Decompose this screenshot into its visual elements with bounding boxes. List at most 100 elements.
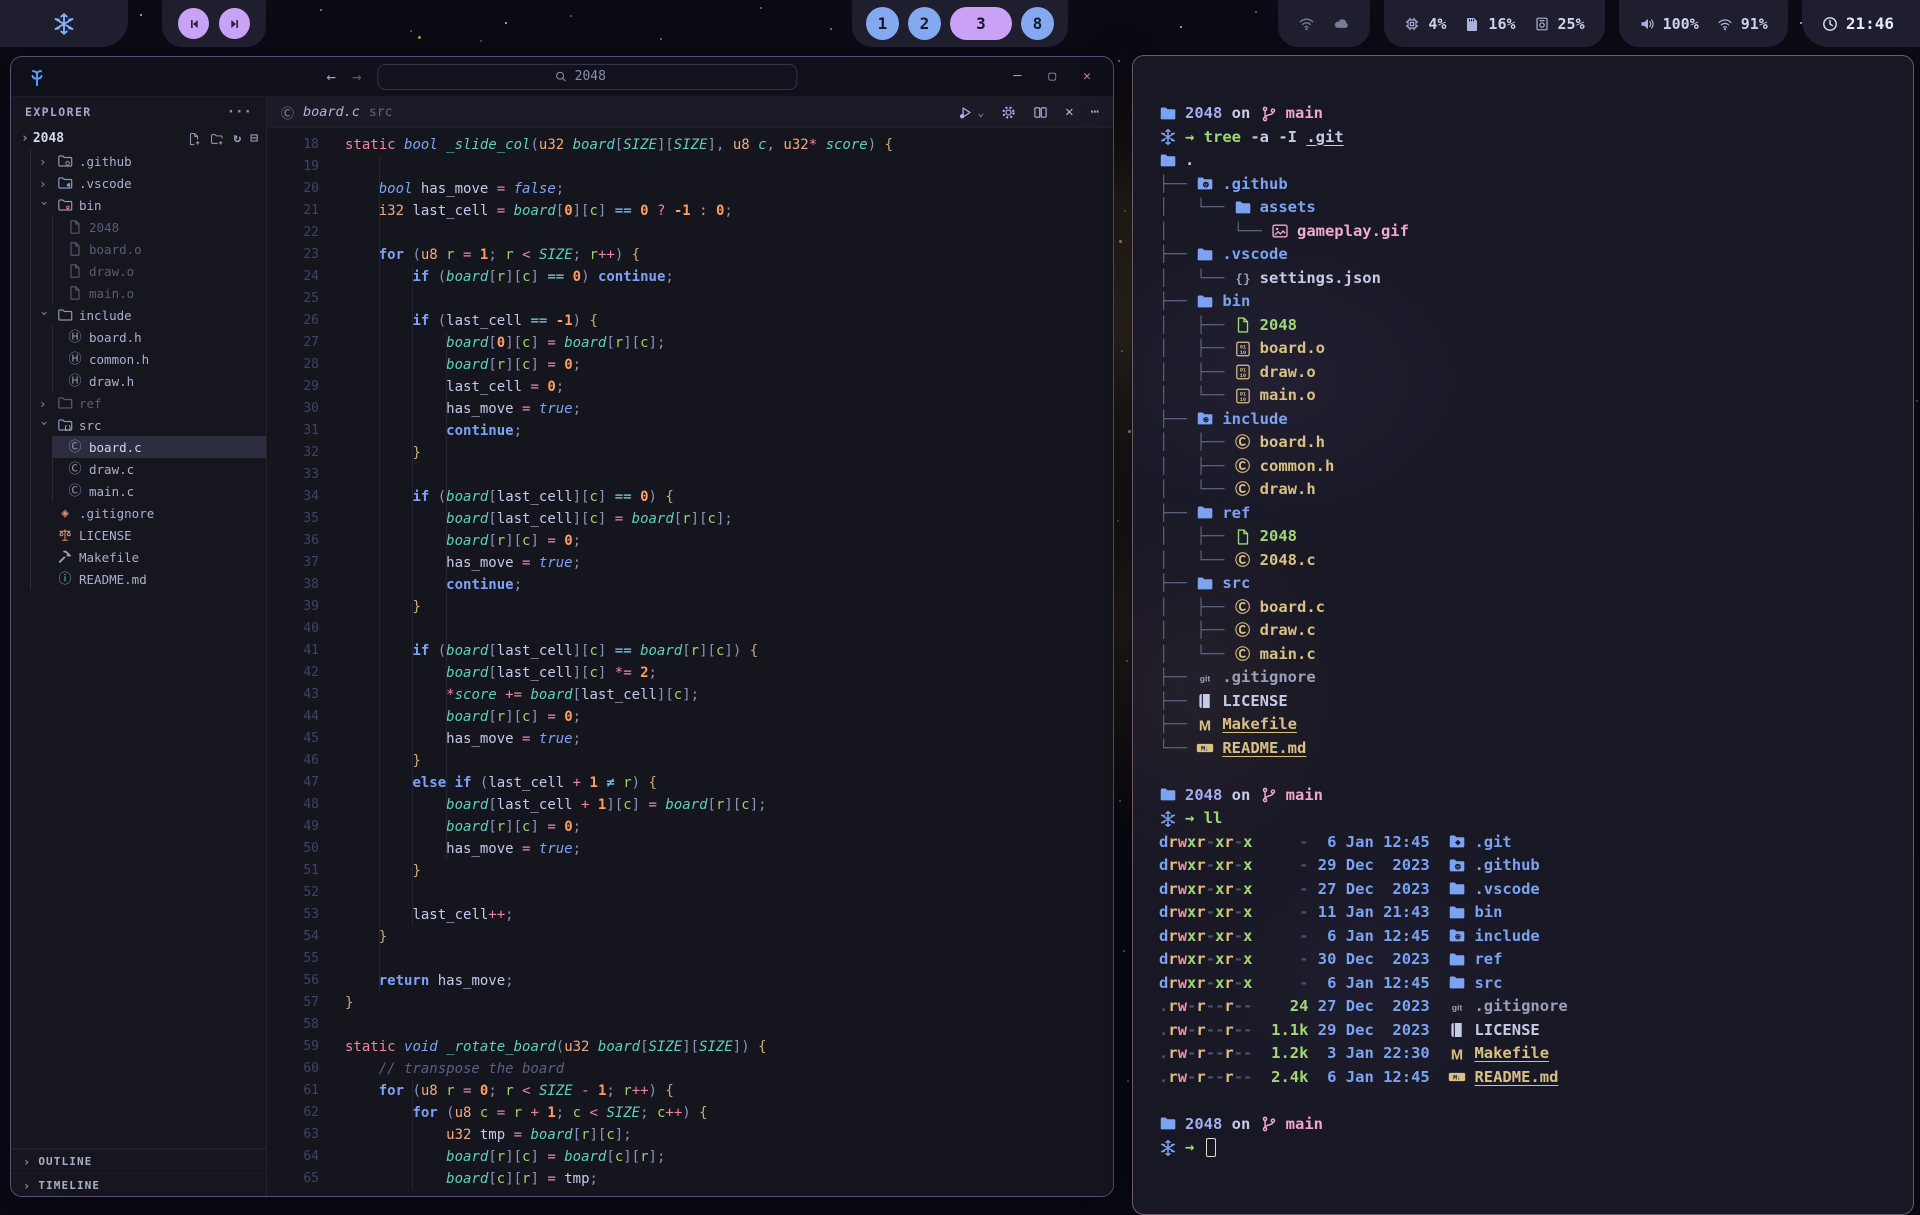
sidebar-item-board.o[interactable]: board.o (53, 238, 266, 260)
panel-timeline[interactable]: ›TIMELINE (11, 1173, 266, 1197)
tray-group-network-weather[interactable] (1278, 0, 1370, 47)
code-token: } (412, 445, 420, 461)
sidebar-item-main.o[interactable]: main.o (53, 282, 266, 304)
file-date: 30 Dec 2023 (1318, 948, 1430, 972)
indent-guide (379, 156, 380, 992)
sidebar-item-.github[interactable]: ›.github (31, 150, 266, 172)
breadcrumb-file[interactable]: board.c (303, 104, 360, 120)
code-token: SIZE (674, 137, 708, 153)
new-file-icon[interactable] (187, 132, 201, 146)
perm-char: r (1196, 903, 1205, 921)
file-size: 1.2k (1271, 1042, 1308, 1066)
workspace-1[interactable]: 1 (866, 7, 899, 40)
code-editor[interactable]: 18static bool _slide_col(u32 board[SIZE]… (267, 128, 1113, 1197)
sidebar-item-Makefile[interactable]: Makefile (31, 546, 266, 568)
code-token: board (446, 335, 488, 351)
settings-icon[interactable] (1001, 105, 1016, 120)
tray-group-audio-wifi[interactable]: 100%91% (1619, 0, 1788, 47)
tree-entry-.: . (1185, 149, 1194, 173)
sidebar-item-board.c[interactable]: Ⓒboard.c (53, 436, 266, 458)
sidebar-item-draw.h[interactable]: Ⓗdraw.h (53, 370, 266, 392)
line-number: 60 (267, 1058, 345, 1080)
sidebar-item-root[interactable]: › 2048 ↻⊟ (11, 127, 266, 150)
forward-arrow-icon[interactable]: → (352, 67, 362, 86)
code-token: [ (674, 511, 682, 527)
sidebar-item-.vscode[interactable]: ›.vscode (31, 172, 266, 194)
tray-group-clock[interactable]: 21:46 (1802, 0, 1920, 47)
code-line: 46 } (267, 750, 1113, 772)
sidebar-item-include[interactable]: ›include (31, 304, 266, 326)
back-arrow-icon[interactable]: ← (326, 67, 336, 86)
code-token: ] (530, 533, 547, 549)
sidebar-item-README.md[interactable]: ⓘREADME.md (31, 568, 266, 590)
tree-entry-Makefile[interactable]: Makefile (1222, 713, 1297, 737)
file-entry-README.md[interactable]: README.md (1474, 1066, 1558, 1090)
sidebar-item-common.h[interactable]: Ⓗcommon.h (53, 348, 266, 370)
sidebar-item-.gitignore[interactable]: ◈.gitignore (31, 502, 266, 524)
terminal-line: ├── include (1159, 408, 1887, 432)
maximize-button[interactable]: ▢ (1048, 69, 1056, 84)
sidebar-item-draw.o[interactable]: draw.o (53, 260, 266, 282)
collapse-all-icon[interactable]: ⊟ (250, 131, 258, 146)
close-button[interactable]: ✕ (1083, 69, 1091, 84)
code-token: ]) (724, 643, 749, 659)
workspace-3[interactable]: 3 (950, 7, 1012, 40)
sidebar-item-board.h[interactable]: Ⓗboard.h (53, 326, 266, 348)
editor-action-icons: ⌄ ✕ ⋯ (958, 104, 1100, 120)
perm-char: x (1187, 880, 1196, 898)
code-text: board[last_cell][c] = board[r][c]; (345, 508, 733, 530)
code-token: ; (505, 973, 513, 989)
new-folder-icon[interactable] (210, 132, 224, 146)
breadcrumb-dir[interactable]: src (369, 105, 392, 120)
file-size: - (1271, 901, 1308, 925)
code-token: [ (573, 687, 581, 703)
tree-entry-README.md[interactable]: README.md (1222, 737, 1306, 761)
close-editor-icon[interactable]: ✕ (1065, 104, 1073, 120)
media-prev-button[interactable] (178, 8, 209, 39)
spacer (1308, 972, 1317, 996)
code-line: 52 (267, 882, 1113, 904)
command-link[interactable]: .git (1306, 126, 1343, 150)
refresh-icon[interactable]: ↻ (233, 131, 241, 146)
more-actions-icon[interactable]: ⋯ (1091, 104, 1099, 120)
run-dropdown-icon[interactable]: ⌄ (978, 106, 985, 119)
code-token (345, 1061, 379, 1077)
sidebar-item-ref[interactable]: ›ref (31, 392, 266, 414)
code-token: ][ (699, 643, 716, 659)
line-number: 19 (267, 156, 345, 178)
sidebar-item-draw.c[interactable]: Ⓒdraw.c (53, 458, 266, 480)
nix-logo-button[interactable] (0, 0, 128, 47)
code-token: ][ (657, 687, 674, 703)
code-token: board (446, 533, 488, 549)
tray-group-system-stats[interactable]: 4%16%25% (1384, 0, 1604, 47)
split-editor-icon[interactable] (1033, 105, 1048, 120)
code-token: score (826, 137, 868, 153)
line-number: 29 (267, 376, 345, 398)
file-entry-Makefile[interactable]: Makefile (1474, 1042, 1549, 1066)
sidebar-item-main.c[interactable]: Ⓒmain.c (53, 480, 266, 502)
explorer-more-icon[interactable]: ··· (227, 104, 252, 120)
sidebar-item-2048[interactable]: 2048 (53, 216, 266, 238)
editor-search-box[interactable] (378, 64, 798, 90)
workspace-2[interactable]: 2 (908, 7, 941, 40)
minimize-button[interactable]: ─ (1014, 69, 1022, 84)
code-token (564, 269, 572, 285)
search-input[interactable] (575, 69, 621, 84)
code-line: 34 if (board[last_cell][c] == 0) { (267, 486, 1113, 508)
prompt-arrow-icon: → (1185, 1136, 1204, 1160)
workspace-8[interactable]: 8 (1021, 7, 1054, 40)
sidebar-item-src[interactable]: ›()src (31, 414, 266, 436)
terminal-window[interactable]: 2048 on main→ tree -a -I .git.├── .githu… (1132, 55, 1914, 1215)
sidebar-item-LICENSE[interactable]: LICENSE (31, 524, 266, 546)
prompt-branch: main (1286, 784, 1323, 808)
code-token: c (589, 489, 597, 505)
file-date: 6 Jan 12:45 (1318, 925, 1430, 949)
sidebar-item-bin[interactable]: ›bin (31, 194, 266, 216)
code-token: ) (632, 775, 649, 791)
cloud-icon (1333, 15, 1350, 32)
media-next-button[interactable] (219, 8, 250, 39)
line-number: 32 (267, 442, 345, 464)
run-icon[interactable] (958, 105, 973, 120)
panel-outline[interactable]: ›OUTLINE (11, 1149, 266, 1173)
code-line: 39 } (267, 596, 1113, 618)
